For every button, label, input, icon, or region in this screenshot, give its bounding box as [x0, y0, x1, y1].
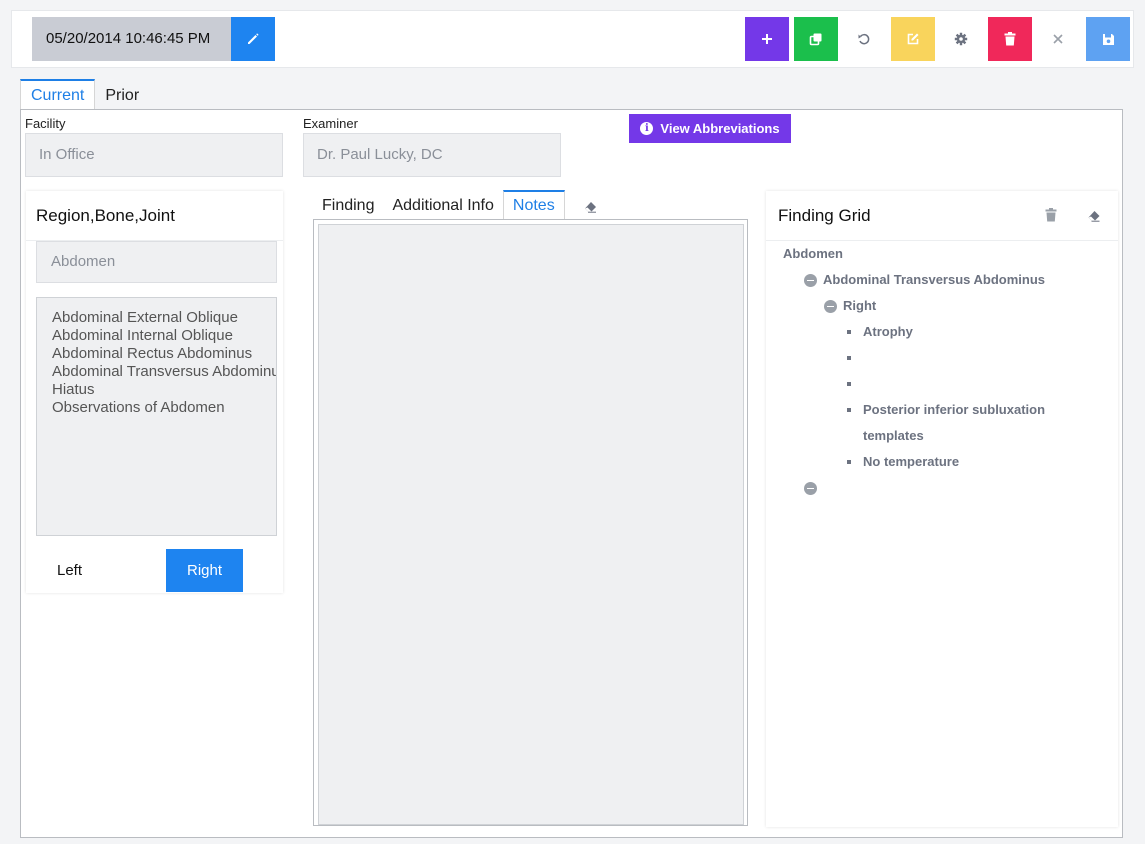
tree-leaf[interactable]	[847, 345, 863, 371]
clear-notes-button[interactable]	[584, 200, 597, 218]
edit-note-button[interactable]	[891, 17, 935, 61]
bullet-icon	[847, 330, 851, 334]
copy-icon	[809, 33, 822, 46]
bullet-icon	[847, 356, 851, 360]
list-item[interactable]: Abdominal Transversus Abdominus	[52, 363, 276, 381]
datetime-display: 05/20/2014 10:46:45 PM	[32, 17, 231, 61]
tab-additional-info[interactable]: Additional Info	[383, 190, 502, 219]
tab-prior[interactable]: Prior	[95, 79, 149, 110]
gear-icon	[954, 32, 968, 46]
notes-panel	[313, 219, 748, 826]
tree-leaf-label: No temperature	[863, 454, 960, 469]
region-bone-joint-card: Region,Bone,Joint Abdomen Abdominal Exte…	[26, 191, 283, 593]
left-button[interactable]: Left	[31, 549, 108, 592]
structure-listbox[interactable]: Abdominal External Oblique Abdominal Int…	[36, 297, 277, 536]
list-item[interactable]: Abdominal Rectus Abdominus	[52, 345, 276, 363]
finding-grid-card: Finding Grid Abdomen Abdominal Transvers…	[766, 191, 1118, 827]
eraser-icon	[585, 202, 596, 213]
tree-leaf-label: templates	[863, 428, 924, 443]
collapse-icon[interactable]	[804, 273, 817, 287]
close-icon	[1053, 34, 1063, 44]
info-icon: i	[640, 122, 654, 135]
tree-leaf[interactable]: No temperature	[847, 449, 959, 475]
main-tabs: Current Prior	[20, 79, 149, 110]
tree-leaf-label: Posterior inferior subluxation	[863, 402, 1046, 417]
delete-findings-button[interactable]	[1045, 208, 1057, 227]
tree-leaf-continuation: templates	[863, 423, 924, 449]
top-toolbar: 05/20/2014 10:46:45 PM	[11, 10, 1134, 68]
tree-leaf-label: Atrophy	[863, 324, 913, 339]
facility-label: Facility	[25, 116, 66, 131]
tree-node-level2[interactable]: Right	[824, 293, 876, 319]
list-item[interactable]: Abdominal External Oblique	[52, 309, 276, 327]
facility-field[interactable]: In Office	[25, 133, 283, 177]
undo-button[interactable]	[842, 17, 886, 61]
edit-square-icon	[907, 33, 919, 45]
tree-node-root[interactable]: Abdomen	[783, 241, 843, 267]
tree-leaf[interactable]: Posterior inferior subluxation	[847, 397, 1045, 423]
add-button[interactable]	[745, 17, 789, 61]
clear-findings-button[interactable]	[1087, 209, 1101, 227]
tab-notes[interactable]: Notes	[502, 190, 565, 219]
tab-finding[interactable]: Finding	[313, 190, 383, 219]
close-button[interactable]	[1036, 17, 1080, 61]
tree-node-label: Abdomen	[783, 246, 843, 261]
trash-icon	[1045, 208, 1057, 222]
collapse-icon[interactable]	[824, 299, 837, 313]
view-abbreviations-label: View Abbreviations	[660, 121, 780, 136]
tab-current[interactable]: Current	[20, 79, 96, 110]
tree-node-label: Right	[843, 298, 877, 313]
bullet-icon	[847, 460, 851, 464]
examiner-label: Examiner	[303, 116, 358, 131]
pencil-icon	[248, 33, 259, 44]
eraser-icon	[1088, 211, 1100, 222]
tree-leaf[interactable]: Atrophy	[847, 319, 913, 345]
delete-button[interactable]	[988, 17, 1032, 61]
save-button[interactable]	[1086, 17, 1130, 61]
notes-textarea[interactable]	[318, 224, 744, 825]
trash-icon	[1004, 32, 1016, 46]
examiner-field[interactable]: Dr. Paul Lucky, DC	[303, 133, 561, 177]
tree-leaf[interactable]	[847, 371, 863, 397]
middle-tabs: Finding Additional Info Notes	[313, 190, 565, 219]
bullet-icon	[847, 408, 851, 412]
settings-button[interactable]	[939, 17, 983, 61]
finding-grid-title: Finding Grid	[766, 191, 1118, 241]
collapse-icon[interactable]	[804, 481, 817, 495]
view-abbreviations-button[interactable]: i View Abbreviations	[629, 114, 791, 143]
plus-icon	[762, 34, 772, 44]
tree-node-label: Abdominal Transversus Abdominus	[823, 272, 1046, 287]
list-item[interactable]: Observations of Abdomen	[52, 399, 276, 417]
save-icon	[1102, 33, 1114, 45]
list-item[interactable]: Hiatus	[52, 381, 276, 399]
bullet-icon	[847, 382, 851, 386]
undo-icon	[858, 34, 870, 45]
tree-node-level1[interactable]: Abdominal Transversus Abdominus	[804, 267, 1045, 293]
region-select[interactable]: Abdomen	[36, 241, 277, 283]
list-item[interactable]: Abdominal Internal Oblique	[52, 327, 276, 345]
right-button[interactable]: Right	[166, 549, 243, 592]
region-card-title: Region,Bone,Joint	[26, 191, 283, 241]
tree-node-empty[interactable]	[804, 475, 823, 501]
edit-date-button[interactable]	[231, 17, 275, 61]
copy-button[interactable]	[794, 17, 838, 61]
